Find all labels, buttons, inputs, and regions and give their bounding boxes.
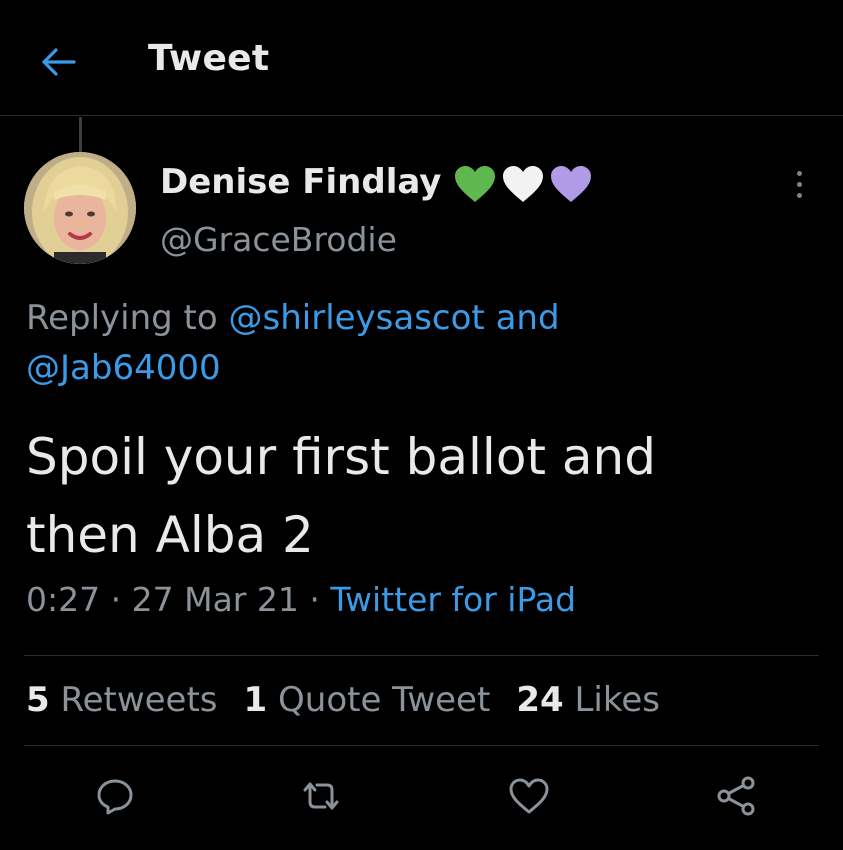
likes-label: Likes: [574, 680, 660, 720]
divider: [24, 655, 819, 656]
name-emojis: [453, 164, 593, 204]
tweet-text-line: then Alba 2: [26, 506, 314, 564]
avatar[interactable]: [24, 152, 136, 264]
share-icon: [717, 776, 755, 816]
share-button[interactable]: [712, 772, 760, 820]
quote-tweets-stat[interactable]: 1 Quote Tweet: [244, 680, 491, 720]
mention-link[interactable]: @shirleysascot: [229, 298, 485, 338]
retweets-label: Retweets: [60, 680, 218, 720]
more-dot-icon: [796, 192, 802, 198]
retweets-stat[interactable]: 5 Retweets: [26, 680, 218, 720]
author-display-name[interactable]: Denise Findlay: [160, 162, 441, 202]
purple-heart-icon: [551, 166, 592, 202]
top-bar: Tweet: [0, 0, 843, 116]
arrow-left-icon: [42, 48, 76, 76]
thread-connector-line: [79, 117, 82, 152]
divider: [24, 745, 819, 746]
tweet-text-line: Spoil your first ballot and: [26, 428, 656, 486]
tweet-metadata: 0:27 · 27 Mar 21 · Twitter for iPad: [26, 580, 576, 619]
replying-to-line: Replying to @shirleysascot and @Jab64000: [26, 293, 746, 393]
more-dot-icon: [796, 170, 802, 176]
author-name-row: Denise Findlay: [160, 160, 593, 204]
back-button[interactable]: [36, 40, 80, 84]
like-button[interactable]: [505, 772, 553, 820]
like-icon: [509, 778, 549, 814]
quotes-label: Quote Tweet: [278, 680, 491, 720]
reply-button[interactable]: [91, 772, 139, 820]
white-heart-icon: [503, 166, 544, 202]
tweet-time[interactable]: 0:27: [26, 580, 100, 619]
likes-stat[interactable]: 24 Likes: [516, 680, 660, 720]
more-options-button[interactable]: [787, 164, 811, 204]
tweet-source-link[interactable]: Twitter for iPad: [330, 580, 576, 619]
retweet-icon: [303, 782, 339, 810]
retweet-button[interactable]: [297, 772, 345, 820]
profile-photo: [24, 152, 136, 264]
replying-conjunction: and: [495, 298, 560, 338]
mention-link[interactable]: @Jab64000: [26, 348, 221, 388]
meta-separator: ·: [110, 580, 122, 619]
more-dot-icon: [796, 181, 802, 187]
author-handle[interactable]: @GraceBrodie: [160, 220, 397, 259]
green-heart-icon: [455, 166, 496, 202]
tweet-date[interactable]: 27 Mar 21: [132, 580, 299, 619]
reply-icon: [97, 779, 133, 815]
tweet-text: Spoil your first ballot and then Alba 2: [26, 418, 786, 574]
replying-prefix: Replying to: [26, 298, 218, 338]
engagement-stats: 5 Retweets 1 Quote Tweet 24 Likes: [26, 680, 660, 720]
likes-count: 24: [516, 680, 564, 720]
quotes-count: 1: [243, 680, 268, 720]
meta-separator: ·: [309, 580, 320, 619]
retweets-count: 5: [26, 680, 50, 720]
page-title: Tweet: [148, 38, 270, 79]
